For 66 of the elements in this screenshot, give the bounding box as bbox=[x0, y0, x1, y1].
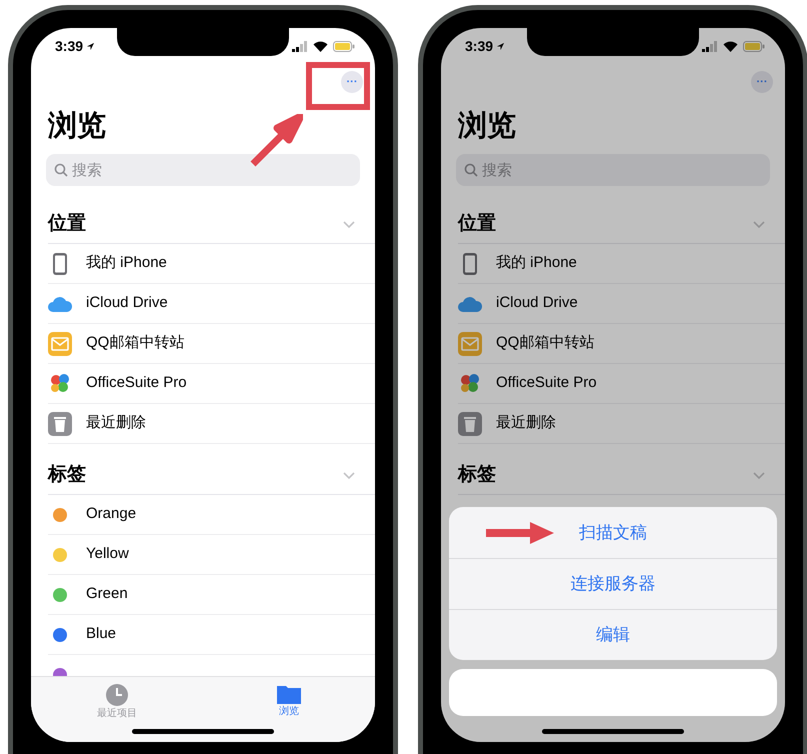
status-time: 3:39 bbox=[55, 36, 84, 56]
row-label: OfficeSuite Pro bbox=[496, 373, 597, 394]
cloud-icon bbox=[47, 294, 73, 312]
row-label: 我的 iPhone bbox=[496, 253, 577, 274]
clock-icon bbox=[105, 683, 129, 707]
section-header: 标签 bbox=[458, 463, 496, 488]
status-time: 3:39 bbox=[465, 36, 494, 56]
chevron-icon[interactable] bbox=[343, 472, 355, 480]
cloud-icon bbox=[457, 294, 483, 312]
list-row[interactable]: QQ邮箱中转站 bbox=[48, 324, 375, 364]
list-row[interactable]: iCloud Drive bbox=[48, 284, 375, 324]
signal-icon bbox=[702, 40, 718, 52]
sheet-action[interactable]: 连接服务器 bbox=[449, 558, 777, 609]
list-row[interactable]: Green bbox=[48, 575, 375, 615]
row-label: QQ邮箱中转站 bbox=[86, 333, 184, 354]
location-icon bbox=[86, 42, 96, 50]
row-label: 最近删除 bbox=[496, 413, 556, 434]
list-row[interactable]: Yellow bbox=[48, 535, 375, 575]
list-row[interactable]: Orange bbox=[48, 495, 375, 535]
envelope-icon bbox=[48, 332, 72, 356]
list-row[interactable]: 我的 iPhone bbox=[458, 244, 785, 284]
section-header: 位置 bbox=[458, 212, 496, 236]
pointer-arrow bbox=[249, 114, 303, 168]
chevron-icon[interactable] bbox=[343, 220, 355, 228]
section-header: 标签 bbox=[48, 463, 86, 488]
row-label: QQ邮箱中转站 bbox=[496, 333, 594, 354]
search-field[interactable]: 搜索 bbox=[456, 154, 770, 186]
page-title: 浏览 bbox=[458, 109, 516, 144]
wifi-icon bbox=[313, 40, 328, 52]
section-header: 位置 bbox=[48, 212, 86, 236]
envelope-icon bbox=[458, 332, 482, 356]
row-label: 我的 iPhone bbox=[86, 253, 167, 274]
row-label: OfficeSuite Pro bbox=[86, 373, 187, 394]
row-label: Blue bbox=[86, 624, 116, 644]
battery-icon bbox=[333, 40, 355, 52]
page-title: 浏览 bbox=[48, 109, 106, 144]
list-row[interactable]: OfficeSuite Pro bbox=[458, 364, 785, 404]
chevron-icon[interactable] bbox=[753, 220, 765, 228]
location-icon bbox=[496, 42, 506, 50]
trash-icon bbox=[48, 412, 72, 436]
list-row[interactable]: 我的 iPhone bbox=[48, 244, 375, 284]
list-row[interactable]: OfficeSuite Pro bbox=[48, 364, 375, 404]
signal-icon bbox=[292, 40, 308, 52]
battery-icon bbox=[743, 40, 765, 52]
row-label: Green bbox=[86, 584, 128, 604]
search-field[interactable]: 搜索 bbox=[46, 154, 360, 186]
sheet-action[interactable]: 扫描文稿 bbox=[449, 507, 777, 558]
chevron-icon[interactable] bbox=[753, 472, 765, 480]
row-label: iCloud Drive bbox=[496, 293, 578, 314]
row-label: Orange bbox=[86, 504, 136, 524]
folder-icon bbox=[276, 683, 302, 705]
tab[interactable]: 浏览 bbox=[203, 677, 375, 742]
list-row[interactable]: QQ邮箱中转站 bbox=[458, 324, 785, 364]
row-label: Yellow bbox=[86, 544, 129, 564]
trash-icon bbox=[458, 412, 482, 436]
sheet-action[interactable]: 编辑 bbox=[449, 609, 777, 660]
row-label: iCloud Drive bbox=[86, 293, 168, 314]
cancel-button[interactable] bbox=[449, 669, 777, 716]
list-row[interactable]: Blue bbox=[48, 615, 375, 655]
search-icon bbox=[464, 163, 478, 177]
row-label: 最近删除 bbox=[86, 413, 146, 434]
list-row[interactable]: 最近删除 bbox=[458, 404, 785, 444]
search-icon bbox=[54, 163, 68, 177]
wifi-icon bbox=[723, 40, 738, 52]
list-row[interactable]: iCloud Drive bbox=[458, 284, 785, 324]
list-row[interactable]: 最近删除 bbox=[48, 404, 375, 444]
